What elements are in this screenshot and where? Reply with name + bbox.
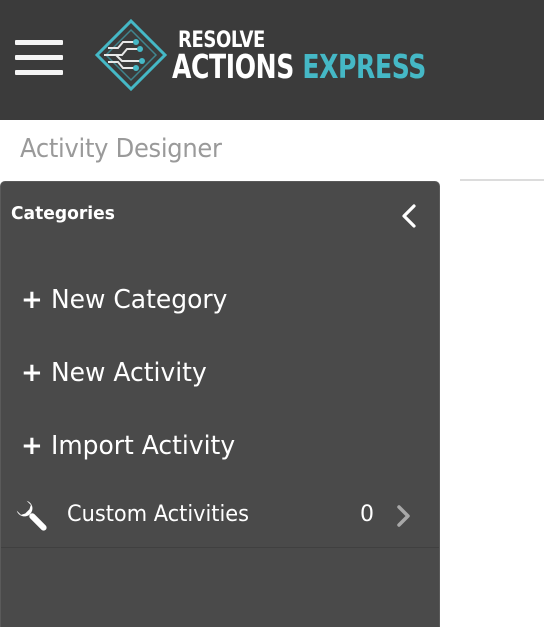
panel-title: Categories [11,203,115,224]
divider [460,179,544,181]
import-activity-button[interactable]: + Import Activity [21,428,243,464]
plus-icon: + [21,285,43,315]
logo-word-actions: ACTIONS [172,47,294,86]
logo-text-actions-express: ACTIONS EXPRESS [172,49,426,85]
custom-activities-label: Custom Activities [67,502,250,527]
new-activity-label: New Activity [51,358,207,388]
new-category-button[interactable]: + New Category [21,282,235,318]
custom-activities-item[interactable]: Custom Activities 0 [1,494,439,548]
new-category-label: New Category [51,285,228,315]
chevron-left-icon[interactable] [397,202,421,230]
page-title: Activity Designer [20,134,222,164]
chevron-right-icon[interactable] [393,503,415,529]
categories-panel: Categories + New Category + New Activity… [0,181,440,627]
new-activity-button[interactable]: + New Activity [21,355,213,391]
app-header: RESOLVE ACTIONS EXPRESS [0,0,544,120]
logo-word-express: EXPRESS [302,47,426,86]
import-activity-label: Import Activity [51,431,236,461]
wrench-icon [16,500,47,531]
plus-icon: + [21,358,43,388]
plus-icon: + [21,431,43,461]
custom-activities-count: 0 [360,502,374,527]
circuit-diamond-logo-icon [94,18,168,92]
hamburger-icon[interactable] [15,40,63,76]
